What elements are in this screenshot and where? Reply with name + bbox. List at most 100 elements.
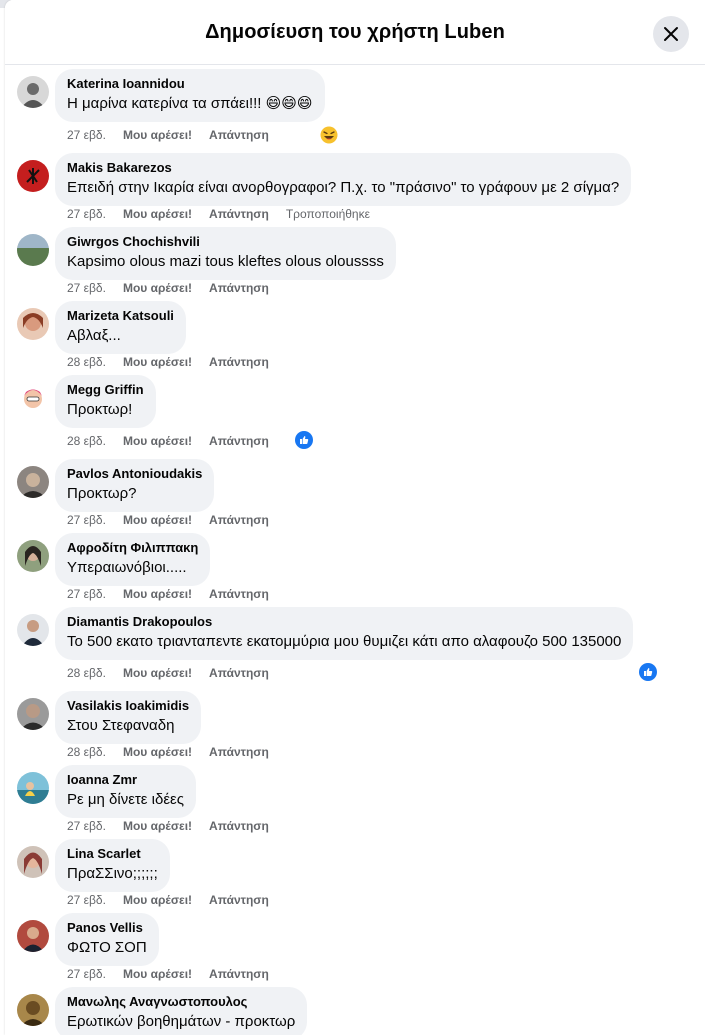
avatar[interactable] (17, 76, 49, 108)
like-link[interactable]: Μου αρέσει! (123, 966, 192, 982)
comment-bubble: Μανωλης Αναγνωστοπουλος Ερωτικών βοηθημά… (55, 987, 308, 1035)
reply-link[interactable]: Απάντηση (209, 744, 269, 760)
reply-link[interactable]: Απάντηση (209, 127, 269, 143)
laugh-emoji-icon[interactable] (320, 126, 338, 144)
like-link[interactable]: Μου αρέσει! (123, 892, 192, 908)
thumbs-up-icon (644, 668, 653, 676)
comment-actions: 28 εβδ. Μου αρέσει! Απάντηση (67, 433, 286, 449)
comment-actions: 27 εβδ. Μου αρέσει! Απάντηση (67, 127, 286, 143)
avatar[interactable] (17, 466, 49, 498)
comment-actions: 27 εβδ. Μου αρέσει! Απάντηση (67, 512, 286, 528)
comment-time[interactable]: 28 εβδ. (67, 665, 106, 681)
avatar[interactable] (17, 846, 49, 878)
comment-author[interactable]: Megg Griffin (67, 382, 144, 398)
comment-actions: 28 εβδ. Μου αρέσει! Απάντηση (67, 354, 286, 370)
avatar[interactable] (17, 772, 49, 804)
comment-author[interactable]: Vasilakis Ioakimidis (67, 698, 189, 714)
comment-text: Προκτωρ? (67, 485, 137, 502)
comment-author[interactable]: Ioanna Zmr (67, 772, 184, 788)
reply-link[interactable]: Απάντηση (209, 818, 269, 834)
edited-label: Τροποποιήθηκε (285, 207, 370, 221)
comment-actions: 27 εβδ. Μου αρέσει! Απάντηση Τροποποιήθη… (67, 206, 387, 222)
like-link[interactable]: Μου αρέσει! (123, 818, 192, 834)
like-link[interactable]: Μου αρέσει! (123, 206, 192, 222)
comment-bubble: Giwrgos Chochishvili Kapsimo olous mazi … (55, 227, 396, 280)
comment-bubble: Makis Bakarezos Επειδή στην Ικαρία είναι… (55, 153, 632, 206)
comment-author[interactable]: Αφροδίτη Φιλιππακη (67, 540, 198, 556)
comment-author[interactable]: Panos Vellis (67, 920, 147, 936)
reply-link[interactable]: Απάντηση (209, 665, 269, 681)
comment-author[interactable]: Pavlos Antonioudakis (67, 466, 202, 482)
comment-author[interactable]: Marizeta Katsouli (67, 308, 174, 324)
comment-text: Το 500 εκατο τριανταπεντε εκατομμύρια μο… (67, 633, 622, 650)
like-link[interactable]: Μου αρέσει! (123, 127, 192, 143)
thumbs-up-icon (300, 436, 309, 444)
comment-text: Αβλαξ... (67, 327, 121, 344)
reply-link[interactable]: Απάντηση (209, 354, 269, 370)
comment-actions: 28 εβδ. Μου αρέσει! Απάντηση (67, 665, 286, 681)
like-link[interactable]: Μου αρέσει! (123, 512, 192, 528)
comment-text: Επειδή στην Ικαρία είναι ανορθογραφοι? Π… (67, 179, 620, 196)
like-link[interactable]: Μου αρέσει! (123, 586, 192, 602)
reply-link[interactable]: Απάντηση (209, 966, 269, 982)
avatar[interactable] (17, 698, 49, 730)
comment-time[interactable]: 27 εβδ. (67, 818, 106, 834)
close-icon (664, 27, 678, 41)
comment-time[interactable]: 27 εβδ. (67, 206, 106, 222)
like-link[interactable]: Μου αρέσει! (123, 354, 192, 370)
reply-link[interactable]: Απάντηση (209, 512, 269, 528)
avatar[interactable] (17, 382, 49, 414)
reply-link[interactable]: Απάντηση (209, 206, 269, 222)
comment-text: Προκτωρ! (67, 401, 133, 418)
comment-bubble: Ioanna Zmr Ρε μη δίνετε ιδέες (55, 765, 196, 818)
comment-bubble: Katerina Ioannidou Η μαρίνα κατερίνα τα … (55, 69, 325, 122)
like-link[interactable]: Μου αρέσει! (123, 665, 192, 681)
reply-link[interactable]: Απάντηση (209, 892, 269, 908)
avatar[interactable] (17, 540, 49, 572)
comments-list: Katerina Ioannidou Η μαρίνα κατερίνα τα … (5, 65, 705, 1035)
comment-bubble: Diamantis Drakopoulos Το 500 εκατο τριαν… (55, 607, 634, 660)
comment-author[interactable]: Giwrgos Chochishvili (67, 234, 384, 250)
avatar[interactable] (17, 920, 49, 952)
comment-author[interactable]: Katerina Ioannidou (67, 76, 313, 92)
comment-time[interactable]: 27 εβδ. (67, 586, 106, 602)
comment-bubble: Megg Griffin Προκτωρ! (55, 375, 156, 428)
comment-actions: 28 εβδ. Μου αρέσει! Απάντηση (67, 744, 286, 760)
comment-actions: 27 εβδ. Μου αρέσει! Απάντηση (67, 280, 286, 296)
comment-time[interactable]: 27 εβδ. (67, 512, 106, 528)
avatar[interactable] (17, 160, 49, 192)
reply-link[interactable]: Απάντηση (209, 280, 269, 296)
like-link[interactable]: Μου αρέσει! (123, 280, 192, 296)
comment-author[interactable]: Makis Bakarezos (67, 160, 619, 176)
comment-bubble: Pavlos Antonioudakis Προκτωρ? (55, 459, 215, 512)
comment-text: Υπεραιωνόβιοι..... (67, 559, 187, 576)
like-link[interactable]: Μου αρέσει! (123, 744, 192, 760)
reply-link[interactable]: Απάντηση (209, 433, 269, 449)
comment-actions: 27 εβδ. Μου αρέσει! Απάντηση (67, 892, 286, 908)
like-link[interactable]: Μου αρέσει! (123, 433, 192, 449)
comment-text: Η μαρίνα κατερίνα τα σπάει!!! 😄😄😄 (67, 95, 313, 112)
comment-actions: 27 εβδ. Μου αρέσει! Απάντηση (67, 586, 286, 602)
avatar[interactable] (17, 308, 49, 340)
comment-time[interactable]: 28 εβδ. (67, 354, 106, 370)
close-button[interactable] (653, 16, 689, 52)
comment-text: Kapsimo olous mazi tous kleftes olous ol… (67, 253, 384, 270)
comment-actions: 27 εβδ. Μου αρέσει! Απάντηση (67, 966, 286, 982)
reply-link[interactable]: Απάντηση (209, 586, 269, 602)
avatar[interactable] (17, 994, 49, 1026)
comment-time[interactable]: 27 εβδ. (67, 892, 106, 908)
comment-time[interactable]: 28 εβδ. (67, 433, 106, 449)
comment-bubble: Vasilakis Ioakimidis Στου Στεφαναδη (55, 691, 202, 744)
comment-time[interactable]: 27 εβδ. (67, 966, 106, 982)
avatar[interactable] (17, 234, 49, 266)
comment-time[interactable]: 27 εβδ. (67, 280, 106, 296)
comment-text: Ρε μη δίνετε ιδέες (67, 791, 184, 808)
like-reaction-badge[interactable] (639, 663, 657, 681)
comment-author[interactable]: Diamantis Drakopoulos (67, 614, 621, 630)
comment-time[interactable]: 28 εβδ. (67, 744, 106, 760)
comment-author[interactable]: Lina Scarlet (67, 846, 158, 862)
avatar[interactable] (17, 614, 49, 646)
like-reaction-badge[interactable] (295, 431, 313, 449)
comment-author[interactable]: Μανωλης Αναγνωστοπουλος (67, 994, 295, 1010)
comment-time[interactable]: 27 εβδ. (67, 127, 106, 143)
